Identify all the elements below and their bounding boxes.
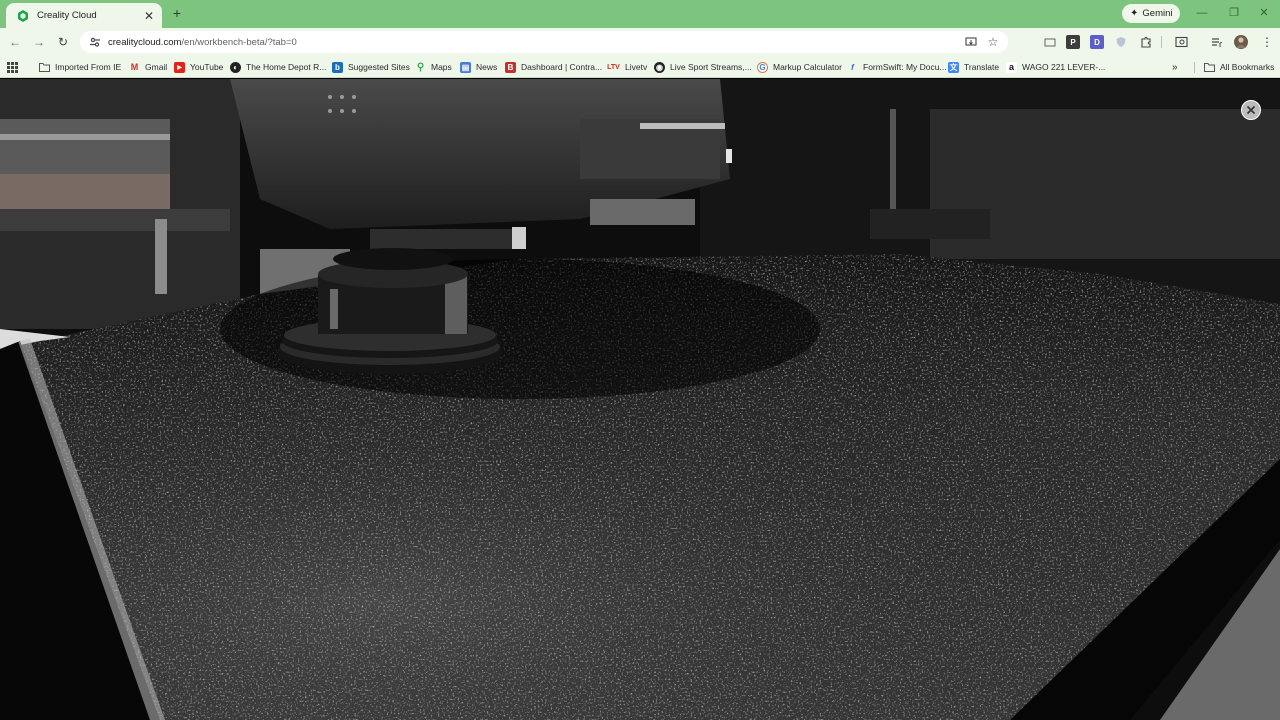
- folder-icon: [39, 62, 50, 73]
- bookmark-translate[interactable]: 文 Translate: [948, 59, 999, 75]
- tab-close-icon[interactable]: ✕: [142, 9, 156, 23]
- restore-icon[interactable]: ❐: [1224, 4, 1244, 22]
- url-domain: crealitycloud.com: [108, 36, 182, 48]
- bookmark-label: Dashboard | Contra...: [521, 62, 603, 72]
- bookmark-youtube[interactable]: ▶ YouTube: [174, 59, 223, 75]
- extension-d-icon[interactable]: D: [1090, 35, 1104, 49]
- all-bookmarks-button[interactable]: All Bookmarks: [1204, 59, 1274, 75]
- creality-favicon-icon: [16, 9, 30, 23]
- forward-arrow-icon[interactable]: →: [30, 33, 48, 51]
- folder-icon: [1204, 62, 1215, 73]
- bookmark-label: The Home Depot R...: [246, 62, 327, 72]
- bookmark-dashboard[interactable]: B Dashboard | Contra...: [505, 59, 602, 75]
- bookmark-label: Imported From IE: [55, 62, 122, 72]
- bookmark-maps[interactable]: ⚲ Maps: [415, 59, 452, 75]
- bookmark-label: FormSwift: My Docu...: [863, 62, 947, 72]
- install-app-icon[interactable]: [964, 35, 978, 49]
- bookmark-live-sport-streams[interactable]: ◉ Live Sport Streams,...: [654, 59, 752, 75]
- homedepot-icon: ◐: [230, 61, 241, 73]
- bookmarks-bar: Imported From IE M Gmail ▶ YouTube ◐ The Ho…: [0, 56, 1280, 78]
- amazon-icon: a: [1006, 61, 1017, 73]
- media-controls-icon[interactable]: [1210, 35, 1224, 49]
- bookmark-label: Live Sport Streams,...: [670, 62, 752, 72]
- url-text: crealitycloud.com/en/workbench-beta/?tab…: [108, 37, 297, 48]
- tab-search-icon[interactable]: [1174, 35, 1188, 49]
- new-tab-plus-icon[interactable]: +: [168, 4, 186, 22]
- bookmark-star-icon[interactable]: ☆: [986, 35, 1000, 49]
- bookmark-formswift[interactable]: f FormSwift: My Docu...: [847, 59, 947, 75]
- url-path: /en/workbench-beta/?tab=0: [181, 36, 297, 48]
- address-bar[interactable]: crealitycloud.com/en/workbench-beta/?tab…: [80, 31, 1008, 53]
- formswift-icon: f: [851, 62, 854, 72]
- bookmark-livetv[interactable]: LTV Livetv: [607, 59, 647, 75]
- bookmark-news[interactable]: ▤ News: [460, 59, 497, 75]
- extension-shield-icon[interactable]: [1114, 35, 1128, 49]
- profile-avatar[interactable]: [1234, 35, 1248, 49]
- bookmark-label: WAGO 221 LEVER-...: [1022, 62, 1106, 72]
- livetv-icon: LTV: [607, 63, 620, 71]
- maps-icon: ⚲: [416, 61, 425, 73]
- extension-p-icon[interactable]: P: [1066, 35, 1080, 49]
- window-close-icon[interactable]: ✕: [1254, 4, 1274, 22]
- sport-icon: ◉: [654, 61, 665, 73]
- bing-icon: b: [332, 61, 343, 73]
- camera-feed: [0, 79, 1280, 720]
- bookmark-wago[interactable]: a WAGO 221 LEVER-...: [1006, 59, 1105, 75]
- extension-drive-icon[interactable]: [1043, 35, 1057, 49]
- printer-camera-image: [0, 79, 1280, 720]
- gemini-label: Gemini: [1142, 8, 1173, 19]
- tab-strip: Creality Cloud ✕ + ✦ Gemini — ❐ ✕: [0, 0, 1280, 28]
- browser-toolbar: ← → ↻ crealitycloud.com/en/workbench-bet…: [0, 28, 1280, 56]
- gmail-icon: M: [130, 62, 139, 72]
- extensions-puzzle-icon[interactable]: [1139, 35, 1153, 49]
- site-info-icon[interactable]: [88, 35, 102, 49]
- bookmark-label: Livetv: [625, 62, 648, 72]
- translate-icon: 文: [948, 61, 959, 73]
- bookmark-label: Markup Calculator: [773, 62, 842, 72]
- youtube-icon: ▶: [174, 61, 185, 73]
- all-bookmarks-label: All Bookmarks: [1220, 62, 1275, 72]
- bookmark-label: Suggested Sites: [348, 62, 410, 72]
- bookmarks-divider: [1194, 62, 1195, 73]
- bookmark-label: Maps: [431, 62, 452, 72]
- tab-title: Creality Cloud: [37, 10, 97, 21]
- bookmark-gmail[interactable]: M Gmail: [129, 59, 167, 75]
- reload-icon[interactable]: ↻: [54, 33, 72, 51]
- close-camera-button[interactable]: [1241, 100, 1261, 120]
- dashboard-icon: B: [505, 61, 516, 73]
- news-icon: ▤: [460, 61, 471, 73]
- bookmark-home-depot[interactable]: ◐ The Home Depot R...: [230, 59, 326, 75]
- back-arrow-icon[interactable]: ←: [6, 33, 24, 51]
- close-x-icon: [1246, 105, 1256, 115]
- toolbar-divider: [1161, 36, 1162, 48]
- bookmark-label: News: [476, 62, 498, 72]
- minimize-icon[interactable]: —: [1192, 4, 1212, 22]
- gemini-button[interactable]: ✦ Gemini: [1122, 4, 1181, 23]
- bookmark-label: Translate: [964, 62, 1000, 72]
- calculator-icon: G: [757, 61, 768, 73]
- bookmark-imported-from-ie[interactable]: Imported From IE: [39, 59, 121, 75]
- bookmark-label: YouTube: [190, 62, 224, 72]
- bookmark-suggested-sites[interactable]: b Suggested Sites: [332, 59, 410, 75]
- apps-grid-icon[interactable]: [7, 59, 18, 75]
- more-bookmarks-chevron-icon[interactable]: »: [1172, 59, 1178, 75]
- tab-creality-cloud[interactable]: Creality Cloud ✕: [6, 3, 162, 28]
- bookmark-label: Gmail: [145, 62, 168, 72]
- bookmark-markup-calculator[interactable]: G Markup Calculator: [757, 59, 842, 75]
- kebab-menu-icon[interactable]: ⋮: [1258, 33, 1276, 51]
- gemini-sparkle-icon: ✦: [1130, 8, 1139, 19]
